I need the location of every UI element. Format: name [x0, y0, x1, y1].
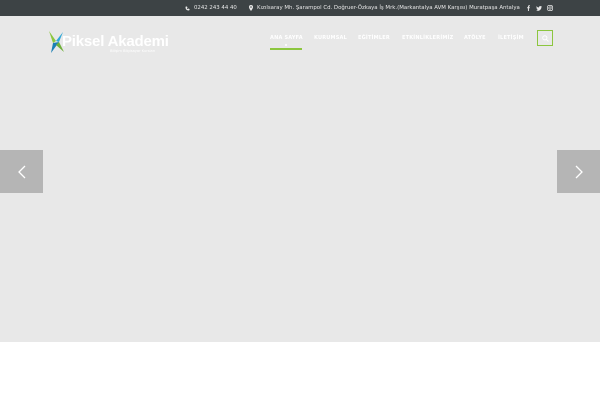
nav-item-label: ETKİNLİKLERİMİZ [402, 35, 454, 41]
nav-item-workshop[interactable]: ATÖLYE [464, 30, 486, 46]
facebook-icon[interactable] [524, 0, 532, 16]
active-underline [270, 48, 302, 50]
active-indicator-dot [285, 44, 287, 46]
nav-item-corporate[interactable]: KURUMSAL [314, 30, 347, 46]
top-bar: 0242 243 44 40 Kızılsaray Mh. Şarampol C… [0, 0, 600, 16]
nav-item-label: EĞİTİMLER [358, 35, 390, 41]
instagram-icon[interactable] [546, 0, 554, 16]
hero-slider [0, 16, 600, 342]
nav-item-label: KURUMSAL [314, 35, 347, 41]
nav-item-label: ATÖLYE [464, 35, 486, 41]
nav-item-label: ANA SAYFA [270, 35, 303, 41]
search-icon [541, 34, 549, 42]
phone-number: 0242 243 44 40 [194, 5, 237, 11]
slider-prev-button[interactable] [0, 150, 43, 193]
nav-item-contact[interactable]: İLETİŞİM [498, 30, 524, 46]
phone-contact[interactable]: 0242 243 44 40 [185, 0, 237, 16]
logo-tagline: Bilişim Bilgisayar Kursları [110, 49, 156, 53]
search-button[interactable] [537, 30, 553, 46]
map-marker-icon [249, 5, 253, 11]
chevron-right-icon [575, 165, 583, 178]
social-links [521, 0, 554, 16]
address-text: Kızılsaray Mh. Şarampol Cd. Doğruer-Özka… [257, 5, 520, 11]
twitter-icon[interactable] [535, 0, 543, 16]
logo-text: Piksel Akademi [62, 33, 169, 50]
chevron-left-icon [17, 165, 25, 178]
phone-icon [185, 6, 190, 10]
nav-item-trainings[interactable]: EĞİTİMLER [358, 30, 390, 46]
slider-next-button[interactable] [557, 150, 600, 193]
site-logo[interactable]: Piksel Akademi Bilişim Bilgisayar Kursla… [47, 30, 169, 54]
address-contact: Kızılsaray Mh. Şarampol Cd. Doğruer-Özka… [249, 0, 520, 16]
nav-item-events[interactable]: ETKİNLİKLERİMİZ [402, 30, 453, 46]
nav-item-label: İLETİŞİM [498, 35, 524, 41]
